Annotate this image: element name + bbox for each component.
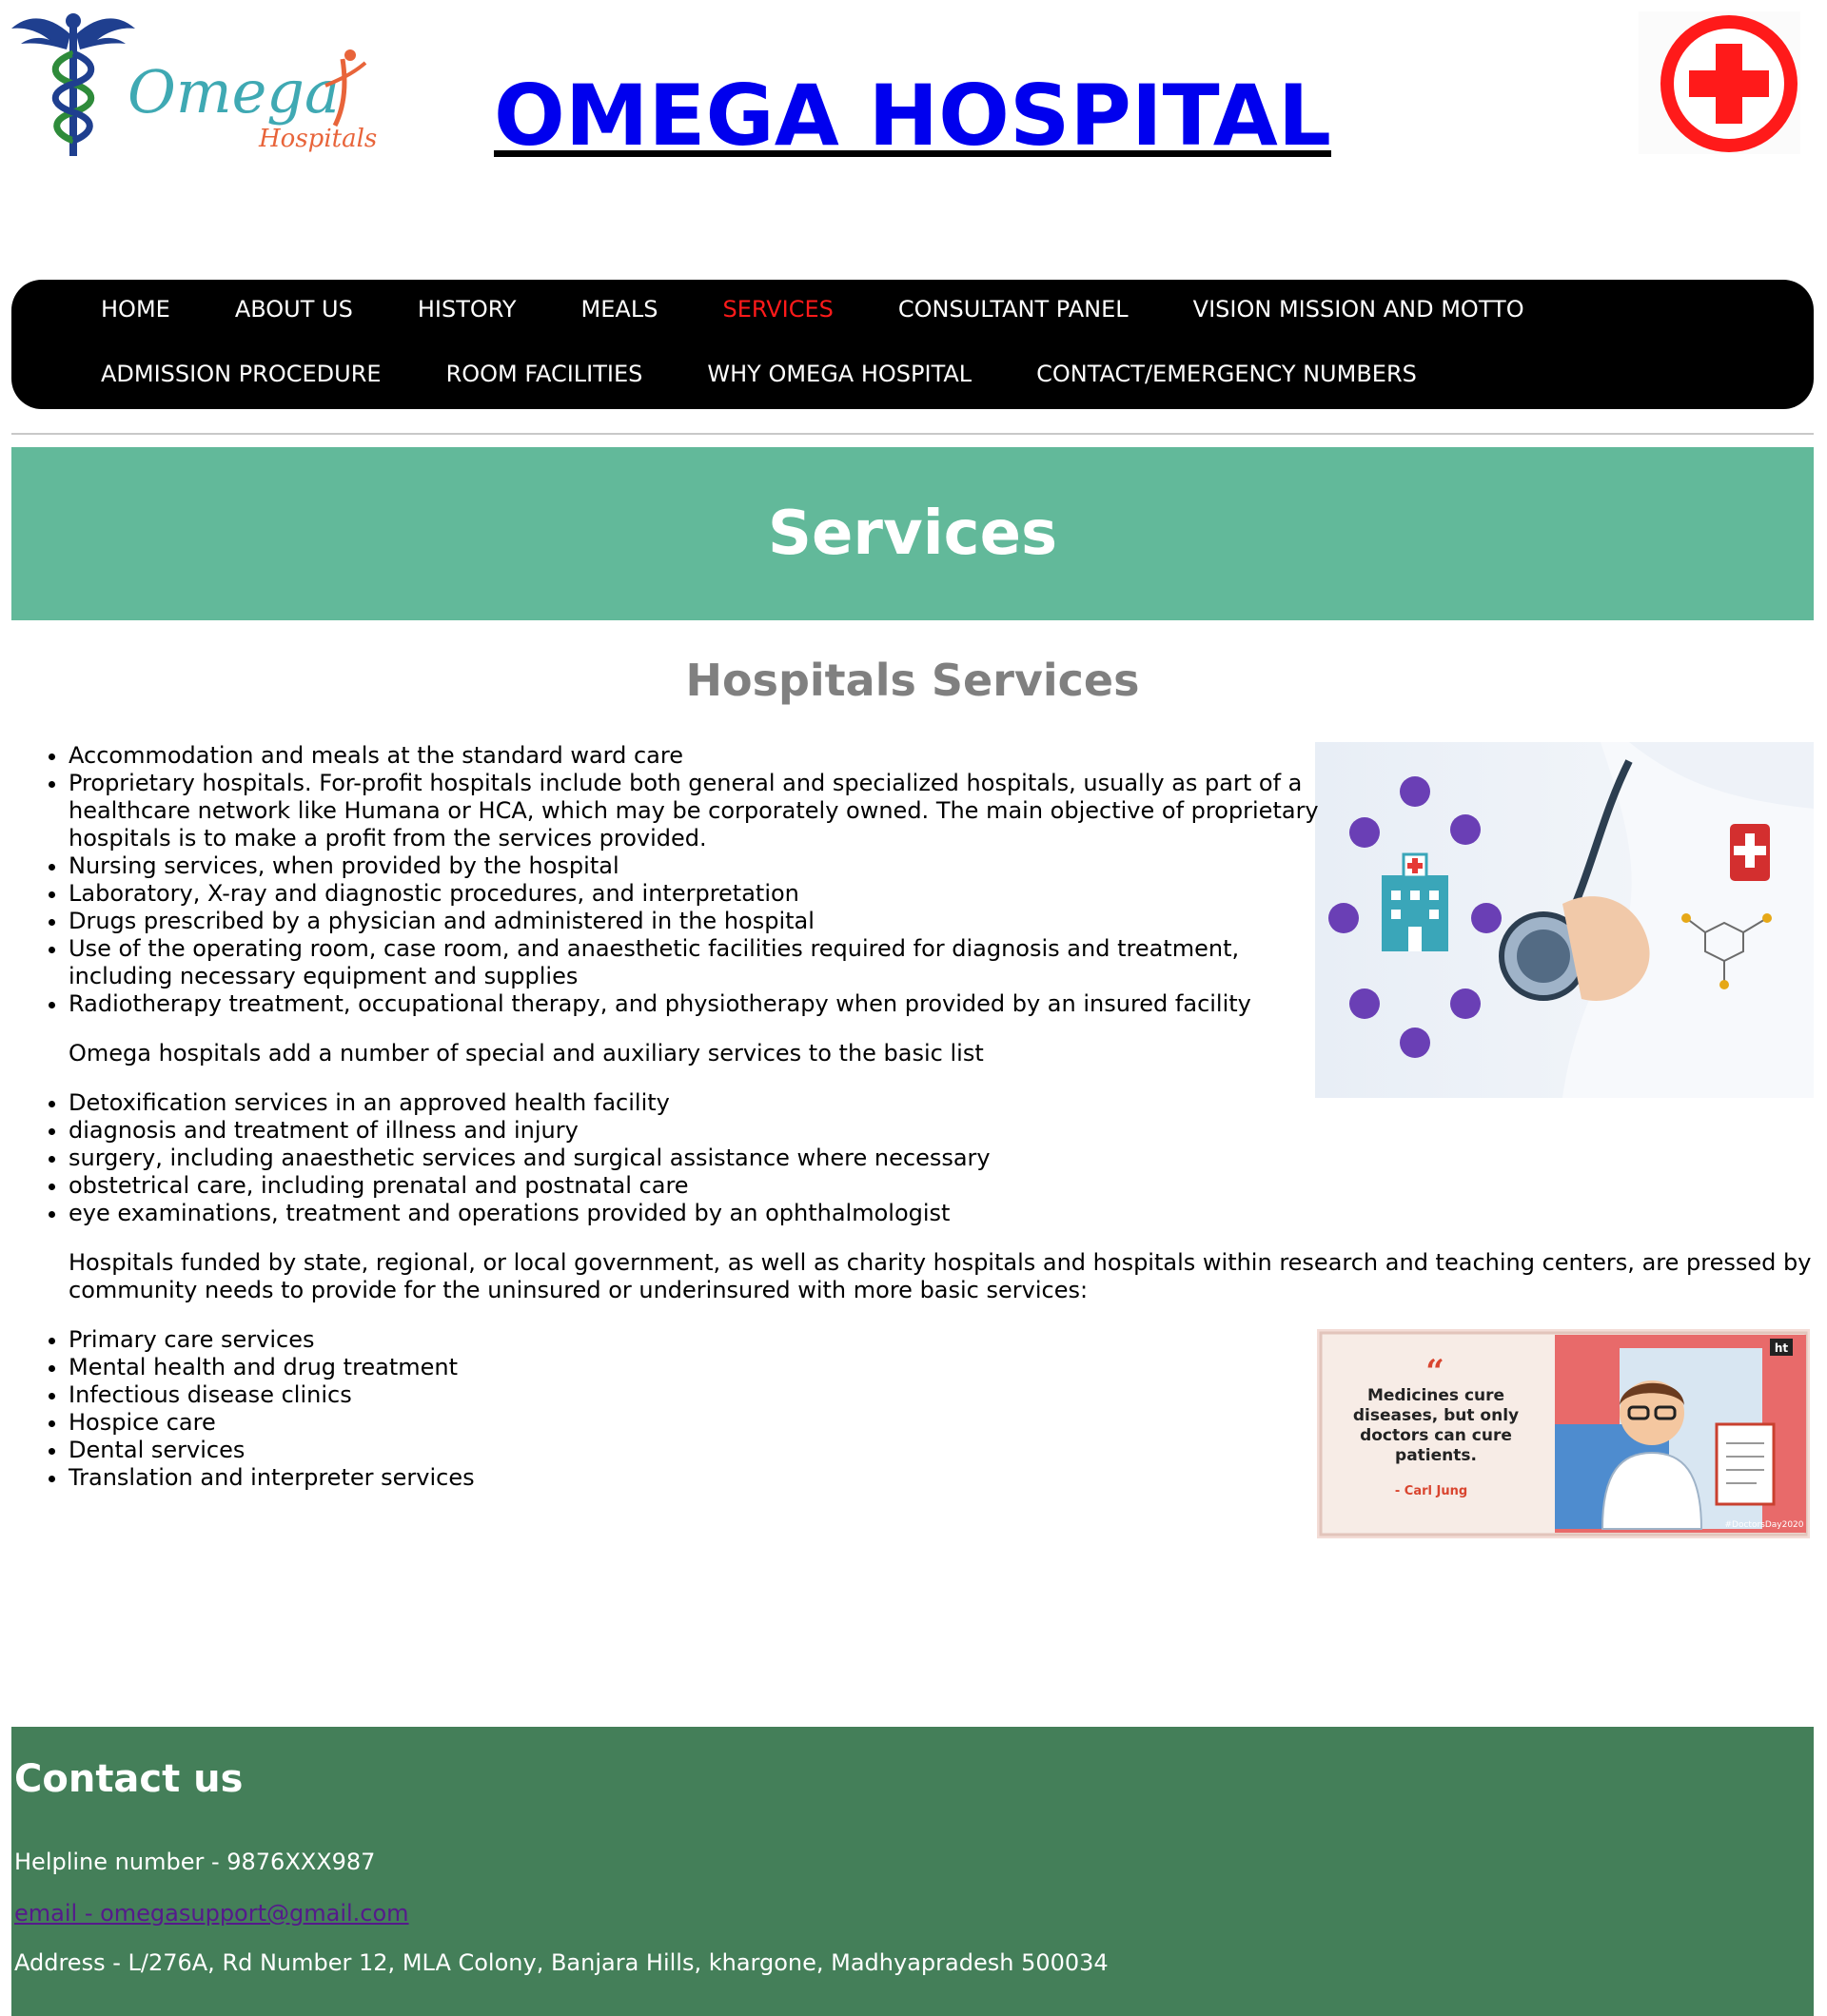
site-title-link[interactable]: OMEGA HOSPITAL: [494, 67, 1331, 165]
nav-item-room-facilities[interactable]: ROOM FACILITIES: [446, 360, 643, 388]
section-heading: Hospitals Services: [685, 655, 1140, 706]
list-item: Radiotherapy treatment, occupational the…: [69, 990, 1325, 1018]
services-banner: Services: [11, 447, 1814, 620]
nav-item-admission-procedure[interactable]: ADMISSION PROCEDURE: [101, 360, 382, 388]
site-title: OMEGA HOSPITAL: [11, 74, 1814, 158]
nav-item-vision-mission-motto[interactable]: VISION MISSION AND MOTTO: [1193, 295, 1524, 323]
address-text: Address - L/276A, Rd Number 12, MLA Colo…: [14, 1949, 1109, 1976]
hashtag-text: #DoctorsDay2020: [1724, 1520, 1803, 1530]
page: Omega Hospitals OMEGA HOSPITAL HOME ABOU…: [11, 0, 1814, 2016]
ht-badge: ht: [1775, 1341, 1789, 1355]
list-item: Detoxification services in an approved h…: [69, 1089, 1814, 1117]
nav-row-2: ADMISSION PROCEDURE ROOM FACILITIES WHY …: [101, 360, 1814, 424]
nav-item-why-omega[interactable]: WHY OMEGA HOSPITAL: [707, 360, 972, 388]
list-item: Drugs prescribed by a physician and admi…: [69, 908, 1325, 935]
nav-item-history[interactable]: HISTORY: [418, 295, 517, 323]
auxiliary-services-list: Detoxification services in an approved h…: [11, 1089, 1814, 1227]
main-nav: HOME ABOUT US HISTORY MEALS SERVICES CON…: [11, 280, 1814, 409]
nav-item-about-us[interactable]: ABOUT US: [235, 295, 353, 323]
nav-item-services[interactable]: SERVICES: [722, 295, 833, 323]
red-cross-icon: [1639, 11, 1800, 154]
quote-text: Medicines cure diseases, but only doctor…: [1352, 1386, 1520, 1465]
list-item: eye examinations, treatment and operatio…: [69, 1200, 1814, 1227]
government-hospitals-text: Hospitals funded by state, regional, or …: [69, 1249, 1812, 1303]
divider: [11, 433, 1814, 435]
list-item: obstetrical care, including prenatal and…: [69, 1172, 1814, 1200]
nav-item-home[interactable]: HOME: [101, 295, 170, 323]
list-item: Nursing services, when provided by the h…: [69, 852, 1325, 880]
footer-title: Contact us: [14, 1757, 244, 1801]
list-item: Use of the operating room, case room, an…: [69, 935, 1325, 990]
list-item: diagnosis and treatment of illness and i…: [69, 1117, 1814, 1145]
nav-row-1: HOME ABOUT US HISTORY MEALS SERVICES CON…: [101, 295, 1814, 360]
helpline-text: Helpline number - 9876XXX987: [14, 1849, 376, 1875]
contact-footer: Contact us Helpline number - 9876XXX987 …: [11, 1727, 1814, 2016]
nav-item-meals[interactable]: MEALS: [581, 295, 658, 323]
svg-text:“: “: [1425, 1353, 1444, 1391]
banner-title: Services: [767, 499, 1058, 569]
basic-services-list: Accommodation and meals at the standard …: [11, 742, 1325, 1018]
nav-item-consultant-panel[interactable]: CONSULTANT PANEL: [898, 295, 1129, 323]
nav-item-contact-emergency[interactable]: CONTACT/EMERGENCY NUMBERS: [1036, 360, 1417, 388]
list-item: surgery, including anaesthetic services …: [69, 1145, 1814, 1172]
list-item: Laboratory, X-ray and diagnostic procedu…: [69, 880, 1325, 908]
list-item: Proprietary hospitals. For-profit hospit…: [69, 770, 1325, 852]
quote-author: - Carl Jung: [1395, 1484, 1467, 1498]
email-link[interactable]: email - omegasupport@gmail.com: [14, 1900, 409, 1927]
doctors-quote-image: ht “ Medicines cure diseases, but only d…: [1317, 1329, 1810, 1538]
auxiliary-intro-text: Omega hospitals add a number of special …: [69, 1040, 984, 1067]
list-item: Accommodation and meals at the standard …: [69, 742, 1325, 770]
